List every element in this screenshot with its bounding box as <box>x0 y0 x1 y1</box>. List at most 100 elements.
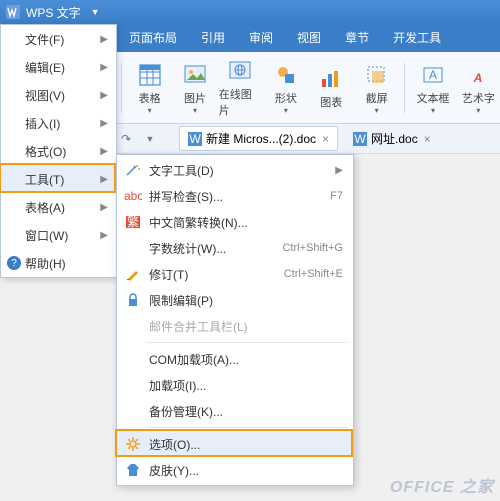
submenu-label: 加载项(I)... <box>149 377 343 394</box>
submenu-item[interactable]: abc 拼写检查(S)...F7 <box>117 183 353 209</box>
separator <box>404 63 405 113</box>
submenu-arrow-icon: ▶ <box>100 146 108 157</box>
submenu-label: 邮件合并工具栏(L) <box>149 318 343 335</box>
help-icon: ? <box>7 256 21 270</box>
titlebar: WPS 文字 ▼ <box>0 0 500 24</box>
submenu-arrow-icon: ▶ <box>100 62 108 73</box>
main-menu-item[interactable]: ?帮助(H) <box>1 249 116 277</box>
wordart-icon: A <box>465 62 491 88</box>
submenu-arrow-icon: ▶ <box>335 165 343 176</box>
word-doc-icon: W <box>188 132 202 146</box>
separator <box>147 427 347 428</box>
qat-dropdown-icon[interactable]: ▼ <box>141 130 159 148</box>
table-icon <box>137 62 163 88</box>
redo-icon[interactable]: ↷ <box>117 130 135 148</box>
submenu-label: 拼写检查(S)... <box>149 188 330 205</box>
submenu-label: 字数统计(W)... <box>149 240 282 257</box>
main-menu: 文件(F)▶编辑(E)▶视图(V)▶插入(I)▶格式(O)▶工具(T)▶表格(A… <box>0 24 117 278</box>
table-button[interactable]: 表格▾ <box>128 56 171 120</box>
lock-icon <box>123 292 143 308</box>
shortcut-text: Ctrl+Shift+E <box>284 268 343 280</box>
title-dropdown-icon[interactable]: ▼ <box>91 7 100 17</box>
tools-submenu: 文字工具(D)▶abc拼写检查(S)...F7繁中文简繁转换(N)...字数统计… <box>116 154 354 486</box>
image-icon <box>182 62 208 88</box>
menu-label: 插入(I) <box>25 115 100 132</box>
submenu-item[interactable]: COM加载项(A)... <box>117 346 353 372</box>
submenu-arrow-icon: ▶ <box>100 202 108 213</box>
svg-text:A: A <box>473 71 483 85</box>
main-menu-item[interactable]: 插入(I)▶ <box>1 109 116 137</box>
close-tab-icon[interactable]: × <box>424 132 431 146</box>
main-menu-item[interactable]: 文件(F)▶ <box>1 25 116 53</box>
submenu-item[interactable]: 繁中文简繁转换(N)... <box>117 209 353 235</box>
pen-icon <box>123 266 143 282</box>
menu-label: 工具(T) <box>25 171 100 188</box>
submenu-arrow-icon: ▶ <box>100 34 108 45</box>
separator <box>147 342 347 343</box>
main-menu-item[interactable]: 窗口(W)▶ <box>1 221 116 249</box>
ribbon-tab[interactable]: 开发工具 <box>381 23 453 52</box>
submenu-label: 备份管理(K)... <box>149 403 343 420</box>
abc-icon: abc <box>123 188 143 204</box>
menu-label: 视图(V) <box>25 87 100 104</box>
submenu-item[interactable]: 文字工具(D) ▶ <box>117 157 353 183</box>
main-menu-item[interactable]: 表格(A)▶ <box>1 193 116 221</box>
screenshot-icon <box>364 62 390 88</box>
word-doc-icon: W <box>353 132 367 146</box>
submenu-item: 邮件合并工具栏(L) <box>117 313 353 339</box>
ribbon-tab[interactable]: 视图 <box>285 23 333 52</box>
submenu-label: 限制编辑(P) <box>149 292 343 309</box>
ribbon-tab[interactable]: 审阅 <box>237 23 285 52</box>
blank-icon <box>123 377 143 393</box>
chart-icon <box>318 66 344 92</box>
wordart-button[interactable]: A艺术字▾ <box>457 56 500 120</box>
shirt-icon <box>123 462 143 478</box>
cn-icon: 繁 <box>123 214 143 230</box>
shapes-button[interactable]: 形状▾ <box>264 56 307 120</box>
main-menu-item[interactable]: 格式(O)▶ <box>1 137 116 165</box>
submenu-arrow-icon: ▶ <box>100 90 108 101</box>
submenu-item[interactable]: 字数统计(W)...Ctrl+Shift+G <box>117 235 353 261</box>
submenu-item[interactable]: 皮肤(Y)... <box>117 457 353 483</box>
separator <box>121 63 122 113</box>
ribbon-tab[interactable]: 引用 <box>189 23 237 52</box>
menu-label: 编辑(E) <box>25 59 100 76</box>
menu-label: 表格(A) <box>25 199 100 216</box>
submenu-label: 皮肤(Y)... <box>149 462 343 479</box>
image-button[interactable]: 图片▾ <box>173 56 216 120</box>
close-tab-icon[interactable]: × <box>322 132 329 146</box>
watermark: OFFICE 之家 <box>390 473 494 497</box>
screenshot-button[interactable]: 截屏▾ <box>355 56 398 120</box>
svg-text:A: A <box>429 68 437 82</box>
submenu-item[interactable]: 选项(O)... <box>117 431 353 457</box>
blank-icon <box>123 240 143 256</box>
menu-label: 文件(F) <box>25 31 100 48</box>
shortcut-text: F7 <box>330 190 343 202</box>
chart-button[interactable]: 图表 <box>310 56 353 120</box>
svg-text:繁: 繁 <box>127 215 139 229</box>
svg-text:W: W <box>189 132 201 146</box>
ribbon-tab[interactable]: 页面布局 <box>117 23 189 52</box>
ribbon-tab[interactable]: 章节 <box>333 23 381 52</box>
main-menu-item[interactable]: 视图(V)▶ <box>1 81 116 109</box>
doc-name: 网址.doc <box>371 130 418 147</box>
svg-text:abc: abc <box>124 190 142 202</box>
submenu-item[interactable]: 备份管理(K)... <box>117 398 353 424</box>
online-image-button[interactable]: 在线图片 <box>219 56 262 120</box>
submenu-label: 文字工具(D) <box>149 162 329 179</box>
app-title: WPS 文字 <box>26 4 81 21</box>
submenu-label: COM加载项(A)... <box>149 351 343 368</box>
document-tab[interactable]: W 网址.doc × <box>344 126 440 151</box>
submenu-item[interactable]: 修订(T)Ctrl+Shift+E <box>117 261 353 287</box>
submenu-label: 选项(O)... <box>149 436 343 453</box>
shapes-icon <box>273 62 299 88</box>
main-menu-item[interactable]: 工具(T)▶ <box>1 165 116 193</box>
submenu-item[interactable]: 限制编辑(P) <box>117 287 353 313</box>
document-tab[interactable]: W 新建 Micros...(2).doc × <box>179 126 338 151</box>
main-menu-item[interactable]: 编辑(E)▶ <box>1 53 116 81</box>
submenu-arrow-icon: ▶ <box>100 118 108 129</box>
submenu-item[interactable]: 加载项(I)... <box>117 372 353 398</box>
blank-icon <box>123 403 143 419</box>
textbox-button[interactable]: A文本框▾ <box>411 56 454 120</box>
submenu-label: 修订(T) <box>149 266 284 283</box>
